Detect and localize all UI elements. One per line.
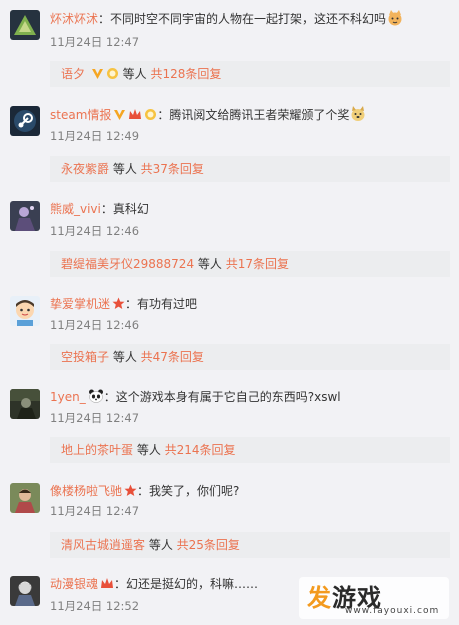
username-link[interactable]: 炋沭炋沭 — [50, 12, 98, 26]
cat-face-icon — [387, 10, 403, 30]
watermark-logo: 发游戏 www.fayouxi.com — [299, 577, 449, 619]
comment-line: steam情报 ：腾讯阅文给腾讯王者荣耀颁了个奖 — [50, 106, 366, 126]
reply-count-link[interactable]: 共17条回复 — [226, 257, 289, 271]
reply-username[interactable]: 永夜紫爵 — [61, 162, 109, 176]
watermark-url: www.fayouxi.com — [345, 606, 440, 616]
username-link[interactable]: steam情报 — [50, 108, 111, 122]
comment-text: 这个游戏本身有属于它自己的东西吗?xswl — [115, 390, 341, 404]
comment-line: 1yen_ ：这个游戏本身有属于它自己的东西吗?xswl — [50, 389, 341, 407]
avatar[interactable] — [10, 576, 40, 606]
reply-mid-text: 等人 — [118, 67, 151, 81]
separator: ： — [103, 390, 116, 404]
username-link[interactable]: 1yen_ — [50, 390, 86, 404]
separator: ： — [125, 297, 138, 311]
reply-mid-text: 等人 — [133, 443, 165, 457]
comment-text: 有功有过吧 — [137, 297, 198, 311]
comment-line: 挚爱掌机迷 ：有功有过吧 — [50, 296, 197, 314]
username-link[interactable]: 像楼杨啦飞驰 — [50, 484, 122, 498]
reply-summary[interactable]: 空投箱子 等人 共47条回复 — [50, 344, 450, 370]
crown-icon — [100, 577, 114, 594]
vip-badge-icon — [113, 109, 126, 125]
avatar[interactable] — [10, 106, 40, 136]
avatar[interactable] — [10, 10, 40, 40]
crown-icon — [128, 108, 142, 125]
reply-username[interactable]: 地上的茶叶蛋 — [61, 443, 133, 457]
comment-text: 幻还是挺幻的，科嘛…… — [126, 577, 259, 591]
vip-badge-icon — [91, 63, 104, 89]
username-link[interactable]: 挚爱掌机迷 — [50, 297, 110, 311]
comment-line: 熊威_vivi：真科幻 — [50, 201, 149, 217]
separator: ： — [98, 12, 111, 26]
comment-line: 炋沭炋沭：不同时空不同宇宙的人物在一起打架，这还不科幻吗 — [50, 10, 403, 30]
comment-time: 11月24日 12:52 — [50, 599, 140, 613]
reply-count-link[interactable]: 共214条回复 — [165, 443, 236, 457]
reply-username[interactable]: 语夕 — [61, 67, 85, 81]
separator: ： — [100, 202, 113, 216]
reply-summary[interactable]: 清风古城逍遥客 等人 共25条回复 — [50, 532, 450, 558]
star-icon — [112, 297, 125, 314]
comment-text: 我笑了，你们呢? — [149, 484, 240, 498]
comment-time: 11月24日 12:49 — [50, 129, 140, 143]
comment-line: 动漫银魂 ：幻还是挺幻的，科嘛…… — [50, 576, 258, 594]
reply-username[interactable]: 清风古城逍遥客 — [61, 538, 145, 552]
comment-time: 11月24日 12:46 — [50, 318, 140, 332]
comment-time: 11月24日 12:47 — [50, 504, 140, 518]
reply-count-link[interactable]: 共37条回复 — [141, 162, 204, 176]
username-link[interactable]: 动漫银魂 — [50, 577, 98, 591]
comment-time: 11月24日 12:46 — [50, 224, 140, 238]
watermark-title-first: 发 — [307, 584, 332, 612]
avatar[interactable] — [10, 296, 40, 326]
reply-mid-text: 等人 — [109, 162, 141, 176]
reply-username[interactable]: 碧缇福美牙仪29888724 — [61, 257, 194, 271]
reply-mid-text: 等人 — [194, 257, 226, 271]
reply-username[interactable]: 空投箱子 — [61, 350, 109, 364]
reply-summary[interactable]: 语夕 等人 共128条回复 — [50, 61, 450, 87]
reply-count-link[interactable]: 共25条回复 — [177, 538, 240, 552]
reply-summary[interactable]: 地上的茶叶蛋 等人 共214条回复 — [50, 437, 450, 463]
doge-icon — [350, 106, 366, 126]
comment-line: 像楼杨啦飞驰 ：我笑了，你们呢? — [50, 483, 239, 501]
star-icon — [124, 484, 137, 501]
username-link[interactable]: 熊威_vivi — [50, 202, 101, 216]
avatar[interactable] — [10, 389, 40, 419]
separator: ： — [157, 108, 170, 122]
medal-icon — [106, 63, 119, 89]
avatar[interactable] — [10, 483, 40, 513]
panda-icon — [88, 389, 104, 407]
avatar[interactable] — [10, 201, 40, 231]
comment-time: 11月24日 12:47 — [50, 35, 140, 49]
reply-count-link[interactable]: 共128条回复 — [150, 67, 221, 81]
comment-time: 11月24日 12:47 — [50, 411, 140, 425]
reply-count-link[interactable]: 共47条回复 — [141, 350, 204, 364]
reply-summary[interactable]: 永夜紫爵 等人 共37条回复 — [50, 156, 450, 182]
reply-mid-text: 等人 — [109, 350, 141, 364]
comment-text: 真科幻 — [112, 202, 149, 216]
reply-summary[interactable]: 碧缇福美牙仪29888724 等人 共17条回复 — [50, 251, 450, 277]
separator: ： — [114, 577, 127, 591]
medal-icon — [144, 108, 157, 125]
comment-text: 不同时空不同宇宙的人物在一起打架，这还不科幻吗 — [110, 12, 387, 26]
reply-mid-text: 等人 — [145, 538, 177, 552]
comment-text: 腾讯阅文给腾讯王者荣耀颁了个奖 — [169, 108, 350, 122]
separator: ： — [137, 484, 150, 498]
